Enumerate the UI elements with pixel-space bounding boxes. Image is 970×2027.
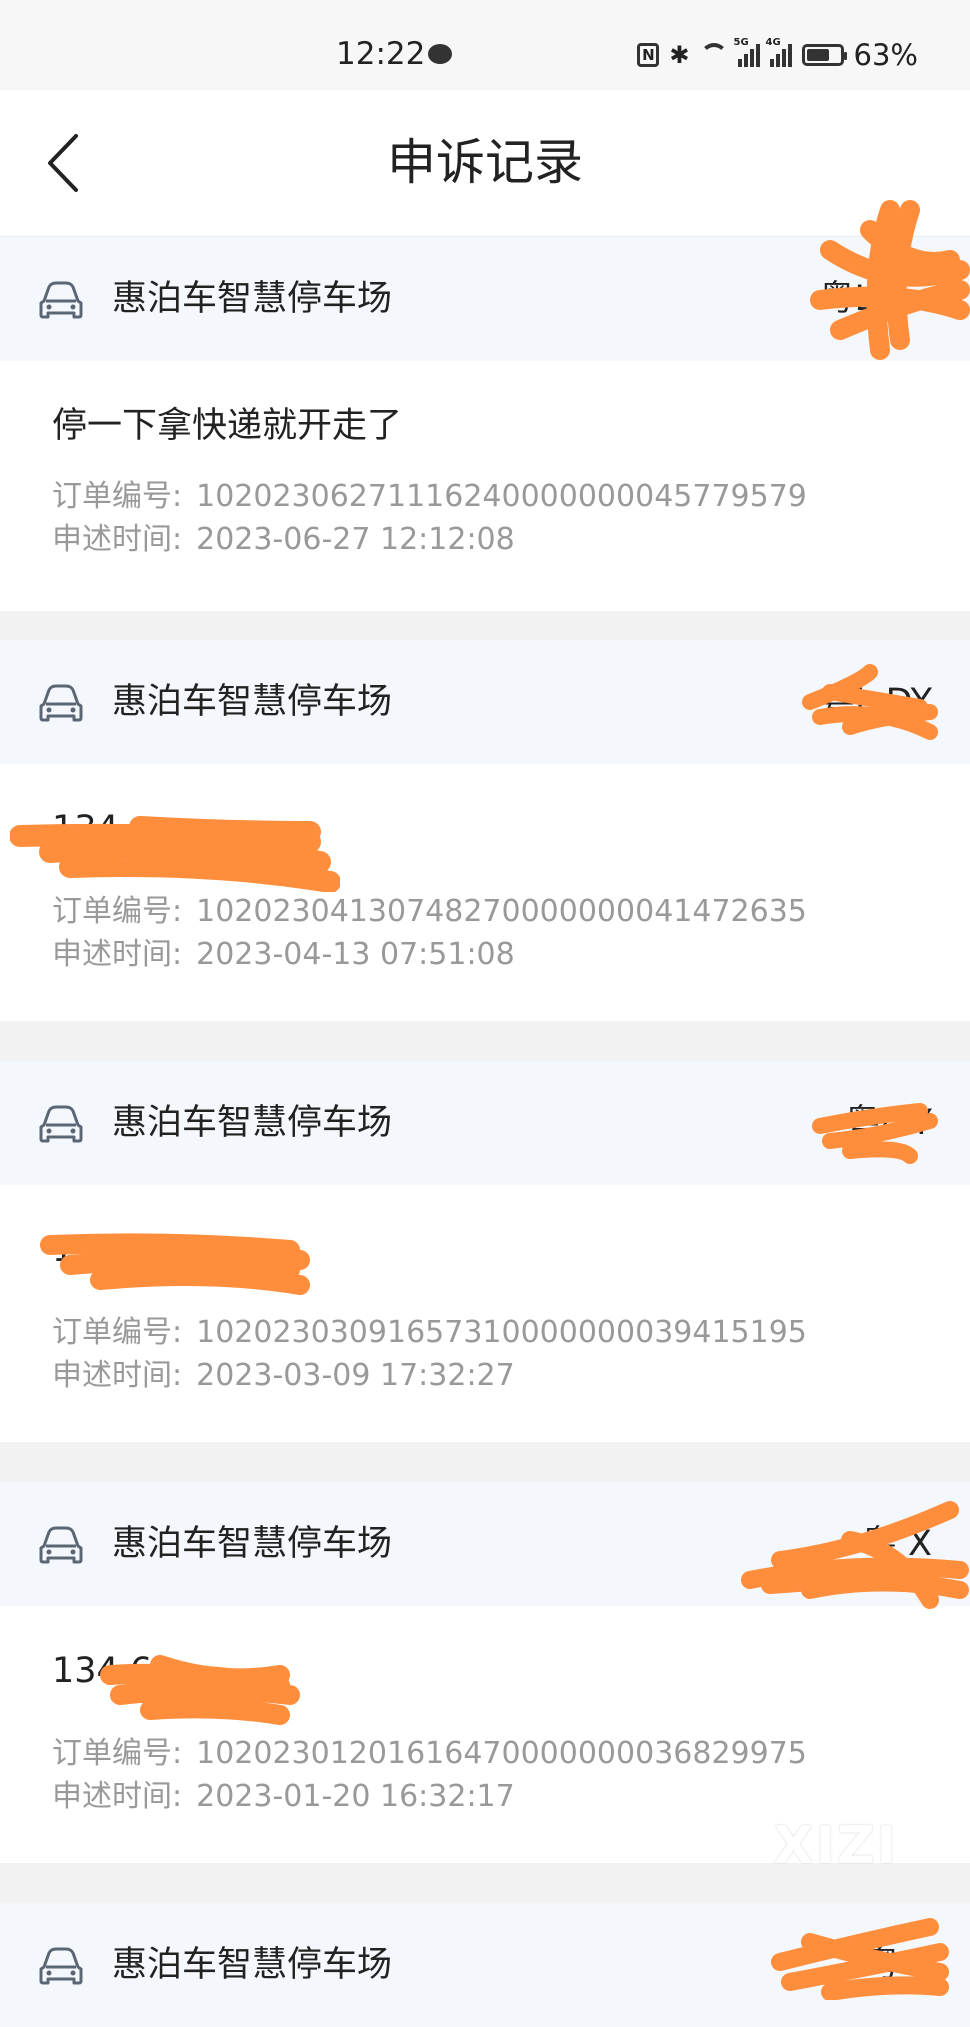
appeal-record[interactable]: 惠泊车智慧停车场 粤L 停一下拿快递就开走了 订单编号: 102023062711… bbox=[0, 237, 970, 611]
appeal-content: 134 6 bbox=[52, 1651, 153, 1691]
record-header: 惠泊车智慧停车场 粤 Y bbox=[0, 1903, 970, 2027]
record-header: 惠泊车智慧停车场 粤L Y bbox=[0, 1061, 970, 1185]
bluetooth-icon: ✱ bbox=[669, 41, 690, 69]
appeal-time-label: 申述时间: bbox=[52, 1358, 183, 1393]
signal-4g-icon: 4G bbox=[766, 37, 792, 67]
record-header: 惠泊车智慧停车场 粤L bbox=[0, 237, 970, 361]
plate-number: 粤L Y bbox=[844, 1103, 932, 1143]
record-header: 惠泊车智慧停车场 粤L DY bbox=[0, 640, 970, 764]
parking-lot-name: 惠泊车智慧停车场 bbox=[112, 1945, 393, 1985]
order-number: 10202303091657310000000039415195 bbox=[196, 1315, 807, 1350]
appeal-content: 停一下拿快递就开走了 bbox=[52, 406, 403, 446]
order-number-label: 订单编号: bbox=[52, 479, 183, 514]
car-icon bbox=[39, 1947, 83, 1985]
record-body: 134 订单编号: 1020230413074827000000004147263… bbox=[0, 764, 970, 1021]
plate-number: 粤 X bbox=[861, 1524, 932, 1564]
appeal-time-line: 申述时间: 2023-04-13 07:51:08 bbox=[52, 935, 515, 975]
battery-percent: 63% bbox=[853, 38, 918, 72]
car-icon bbox=[39, 1526, 83, 1564]
status-icons: N ✱ 5G 4G 63% bbox=[637, 37, 918, 72]
parking-lot-name: 惠泊车智慧停车场 bbox=[112, 279, 393, 319]
plate-number: 粤L bbox=[819, 279, 875, 319]
appeal-content: 134 bbox=[52, 1230, 119, 1270]
parking-lot-name: 惠泊车智慧停车场 bbox=[112, 1524, 393, 1564]
appeal-time: 2023-04-13 07:51:08 bbox=[196, 937, 515, 972]
parking-lot-name: 惠泊车智慧停车场 bbox=[112, 1103, 393, 1143]
appeal-time: 2023-03-09 17:32:27 bbox=[196, 1358, 515, 1393]
order-number: 10202306271116240000000045779579 bbox=[196, 479, 807, 514]
signal-5g-label: 5G bbox=[733, 37, 749, 48]
appeal-time-line: 申述时间: 2023-01-20 16:32:17 bbox=[52, 1777, 515, 1817]
appeal-record[interactable]: 惠泊车智慧停车场 粤L Y 134 订单编号: 10202303091657310… bbox=[0, 1061, 970, 1442]
plate-number: 粤 Y bbox=[864, 1945, 932, 1985]
appeal-time-line: 申述时间: 2023-06-27 12:12:08 bbox=[52, 520, 515, 560]
appeal-record[interactable]: 惠泊车智慧停车场 粤 X 134 6 订单编号: 1020230120161647… bbox=[0, 1482, 970, 1863]
order-number-line: 订单编号: 10202306271116240000000045779579 bbox=[52, 477, 807, 517]
plate-number: 粤L DY bbox=[819, 682, 932, 722]
watermark: XIZI bbox=[773, 1816, 898, 1876]
order-number-label: 订单编号: bbox=[52, 1315, 183, 1350]
status-bar: 12:22 N ✱ 5G 4G 63% bbox=[0, 0, 970, 90]
car-icon bbox=[39, 684, 83, 722]
signal-4g-label: 4G bbox=[765, 37, 781, 48]
parking-lot-name: 惠泊车智慧停车场 bbox=[112, 682, 393, 722]
order-number-line: 订单编号: 10202303091657310000000039415195 bbox=[52, 1313, 807, 1353]
appeal-time: 2023-01-20 16:32:17 bbox=[196, 1779, 515, 1814]
status-time: 12:22 bbox=[336, 36, 426, 72]
battery-icon bbox=[801, 44, 847, 66]
order-number: 10202304130748270000000041472635 bbox=[196, 894, 807, 929]
order-number: 10202301201616470000000036829975 bbox=[196, 1736, 807, 1771]
order-number-line: 订单编号: 10202301201616470000000036829975 bbox=[52, 1734, 807, 1774]
appeal-time: 2023-06-27 12:12:08 bbox=[196, 522, 515, 557]
record-body: 停一下拿快递就开走了 订单编号: 102023062711162400000000… bbox=[0, 361, 970, 611]
nfc-icon: N bbox=[637, 43, 660, 67]
record-header: 惠泊车智慧停车场 粤 X bbox=[0, 1482, 970, 1606]
chat-icon bbox=[428, 44, 452, 64]
signal-5g-icon: 5G bbox=[734, 37, 760, 67]
appeal-record[interactable]: 惠泊车智慧停车场 粤L DY 134 订单编号: 1020230413074827… bbox=[0, 640, 970, 1021]
appeal-time-line: 申述时间: 2023-03-09 17:32:27 bbox=[52, 1356, 515, 1396]
page-title: 申诉记录 bbox=[386, 134, 583, 191]
order-number-label: 订单编号: bbox=[52, 1736, 183, 1771]
car-icon bbox=[39, 1105, 83, 1143]
order-number-label: 订单编号: bbox=[52, 894, 183, 929]
appeal-record[interactable]: 惠泊车智慧停车场 粤 Y bbox=[0, 1903, 970, 2027]
car-icon bbox=[39, 281, 83, 319]
appeal-time-label: 申述时间: bbox=[52, 522, 183, 557]
nav-bar: 申诉记录 bbox=[0, 90, 970, 237]
wifi-icon bbox=[699, 43, 728, 67]
appeal-time-label: 申述时间: bbox=[52, 937, 183, 972]
appeal-time-label: 申述时间: bbox=[52, 1779, 183, 1814]
record-body: 134 订单编号: 1020230309165731000000003941519… bbox=[0, 1185, 970, 1442]
appeal-content: 134 bbox=[52, 809, 119, 849]
order-number-line: 订单编号: 10202304130748270000000041472635 bbox=[52, 892, 807, 932]
